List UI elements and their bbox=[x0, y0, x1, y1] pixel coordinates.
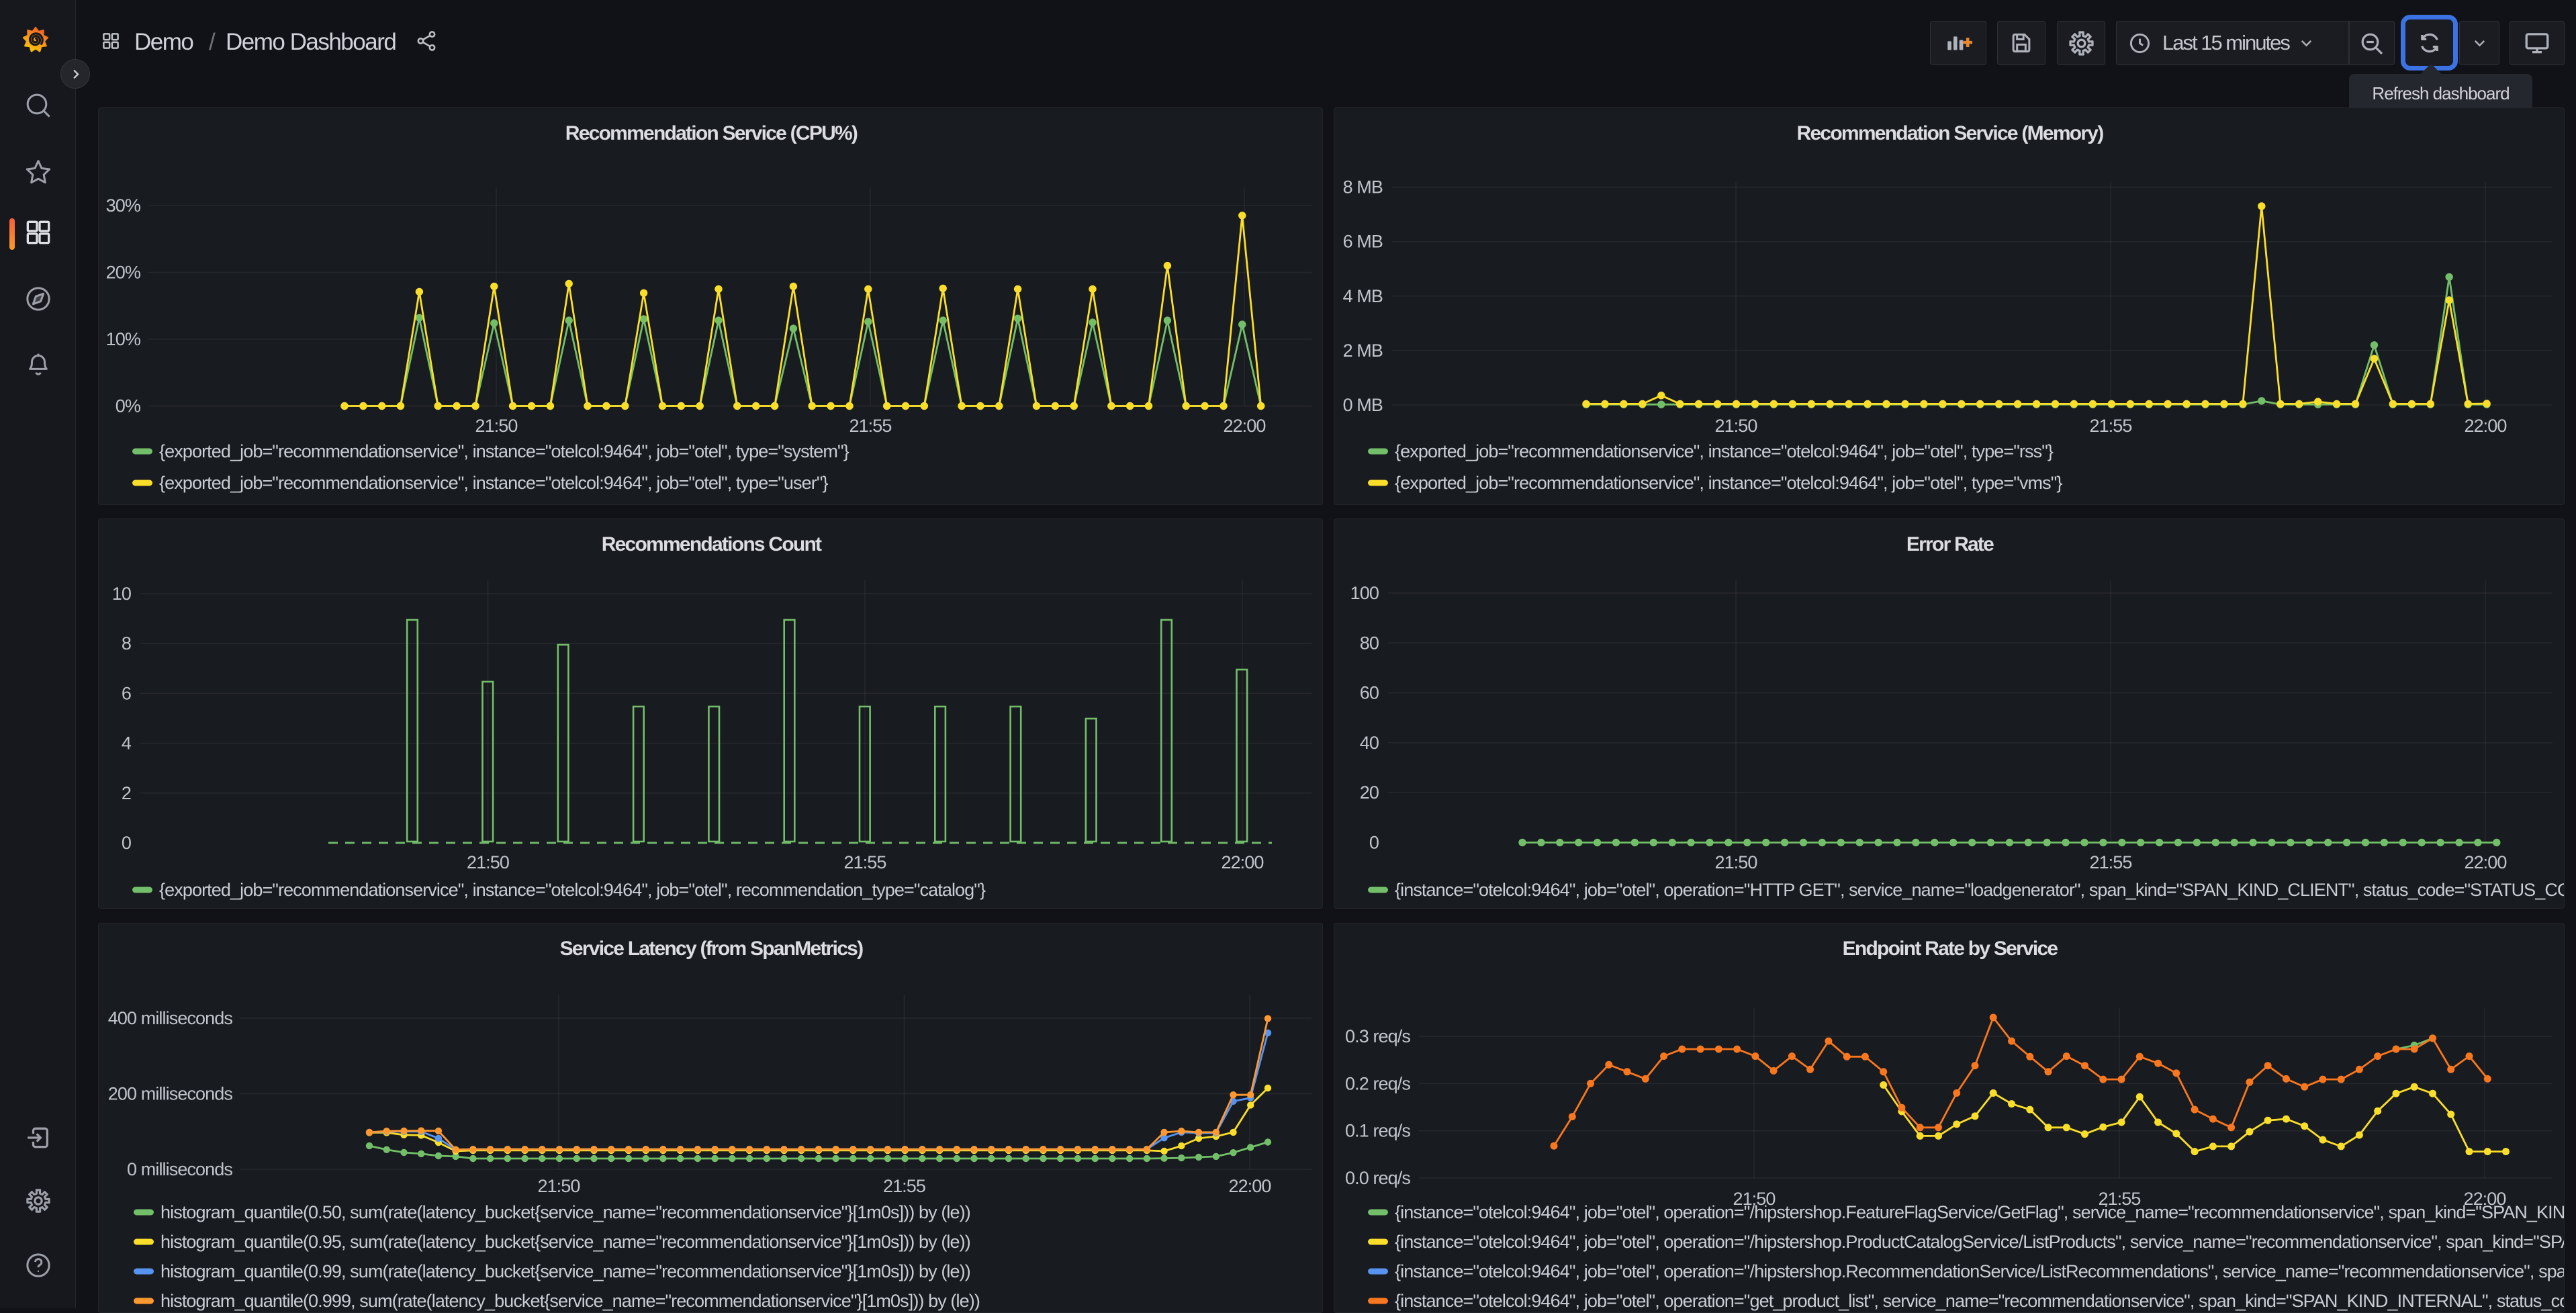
svg-text:0 milliseconds: 0 milliseconds bbox=[127, 1159, 232, 1179]
svg-text:100: 100 bbox=[1350, 583, 1379, 603]
svg-text:21:55: 21:55 bbox=[843, 852, 886, 872]
svg-text:21:50: 21:50 bbox=[1714, 416, 1757, 436]
svg-text:22:00: 22:00 bbox=[2464, 852, 2506, 872]
svg-text:0 MB: 0 MB bbox=[1343, 395, 1383, 415]
svg-text:10: 10 bbox=[112, 584, 131, 604]
svg-text:{instance="otelcol:9464", job=: {instance="otelcol:9464", job="otel", op… bbox=[1395, 1232, 2565, 1252]
svg-text:{instance="otelcol:9464", job=: {instance="otelcol:9464", job="otel", op… bbox=[1395, 880, 2565, 900]
svg-text:6 MB: 6 MB bbox=[1343, 232, 1383, 252]
svg-text:histogram_quantile(0.99, sum(r: histogram_quantile(0.99, sum(rate(latenc… bbox=[160, 1261, 970, 1281]
svg-text:30%: 30% bbox=[106, 195, 141, 216]
svg-text:2 MB: 2 MB bbox=[1343, 341, 1383, 361]
svg-text:22:00: 22:00 bbox=[1223, 416, 1265, 436]
svg-text:Recommendation Service (Memory: Recommendation Service (Memory) bbox=[1797, 122, 2104, 144]
svg-text:0.3 req/s: 0.3 req/s bbox=[1345, 1026, 1410, 1046]
svg-text:histogram_quantile(0.95, sum(r: histogram_quantile(0.95, sum(rate(latenc… bbox=[160, 1232, 970, 1252]
svg-text:20: 20 bbox=[1360, 782, 1379, 803]
svg-text:21:55: 21:55 bbox=[2089, 416, 2131, 436]
svg-text:0.2 req/s: 0.2 req/s bbox=[1345, 1073, 1410, 1093]
svg-text:21:50: 21:50 bbox=[475, 416, 517, 436]
svg-text:0: 0 bbox=[1369, 833, 1379, 853]
svg-text:20%: 20% bbox=[106, 263, 141, 283]
svg-text:8 MB: 8 MB bbox=[1343, 177, 1383, 197]
svg-text:60: 60 bbox=[1360, 683, 1379, 703]
svg-text:Error Rate: Error Rate bbox=[1906, 533, 1994, 555]
svg-text:0: 0 bbox=[122, 833, 131, 853]
svg-text:{exported_job="recommendations: {exported_job="recommendationservice", i… bbox=[1395, 473, 2062, 493]
svg-text:Endpoint Rate by Service: Endpoint Rate by Service bbox=[1843, 938, 2058, 960]
svg-text:0.1 req/s: 0.1 req/s bbox=[1345, 1121, 1410, 1141]
svg-text:{exported_job="recommendations: {exported_job="recommendationservice", i… bbox=[1395, 441, 2054, 461]
svg-text:6: 6 bbox=[122, 683, 131, 703]
svg-text:2: 2 bbox=[122, 783, 131, 803]
svg-text:0%: 0% bbox=[116, 396, 141, 416]
svg-text:Recommendations Count: Recommendations Count bbox=[602, 533, 822, 555]
svg-text:histogram_quantile(0.50, sum(r: histogram_quantile(0.50, sum(rate(latenc… bbox=[160, 1202, 970, 1222]
svg-text:10%: 10% bbox=[106, 329, 141, 349]
svg-text:400 milliseconds: 400 milliseconds bbox=[108, 1008, 233, 1028]
svg-text:4 MB: 4 MB bbox=[1343, 286, 1383, 306]
svg-text:21:50: 21:50 bbox=[1714, 852, 1757, 872]
svg-text:{instance="otelcol:9464", job=: {instance="otelcol:9464", job="otel", op… bbox=[1395, 1261, 2565, 1281]
svg-text:{exported_job="recommendations: {exported_job="recommendationservice", i… bbox=[159, 880, 986, 900]
svg-text:21:55: 21:55 bbox=[883, 1176, 925, 1196]
svg-text:22:00: 22:00 bbox=[1221, 852, 1263, 872]
svg-text:Service Latency (from SpanMetr: Service Latency (from SpanMetrics) bbox=[560, 938, 863, 960]
svg-text:200 milliseconds: 200 milliseconds bbox=[108, 1084, 233, 1104]
svg-text:4: 4 bbox=[122, 733, 132, 754]
svg-text:80: 80 bbox=[1360, 633, 1379, 653]
svg-text:21:55: 21:55 bbox=[849, 416, 891, 436]
svg-text:21:55: 21:55 bbox=[2089, 852, 2131, 872]
svg-text:40: 40 bbox=[1360, 733, 1379, 753]
svg-text:Recommendation Service (CPU%): Recommendation Service (CPU%) bbox=[565, 122, 858, 144]
svg-text:22:00: 22:00 bbox=[2464, 416, 2506, 436]
svg-text:{exported_job="recommendations: {exported_job="recommendationservice", i… bbox=[159, 441, 849, 461]
svg-text:8: 8 bbox=[122, 633, 131, 653]
svg-text:21:50: 21:50 bbox=[467, 852, 509, 872]
svg-text:22:00: 22:00 bbox=[1228, 1176, 1271, 1196]
svg-text:{exported_job="recommendations: {exported_job="recommendationservice", i… bbox=[159, 473, 829, 493]
svg-text:{instance="otelcol:9464", job=: {instance="otelcol:9464", job="otel", op… bbox=[1395, 1202, 2565, 1222]
svg-text:0.0 req/s: 0.0 req/s bbox=[1345, 1168, 1410, 1188]
svg-text:21:50: 21:50 bbox=[537, 1176, 580, 1196]
